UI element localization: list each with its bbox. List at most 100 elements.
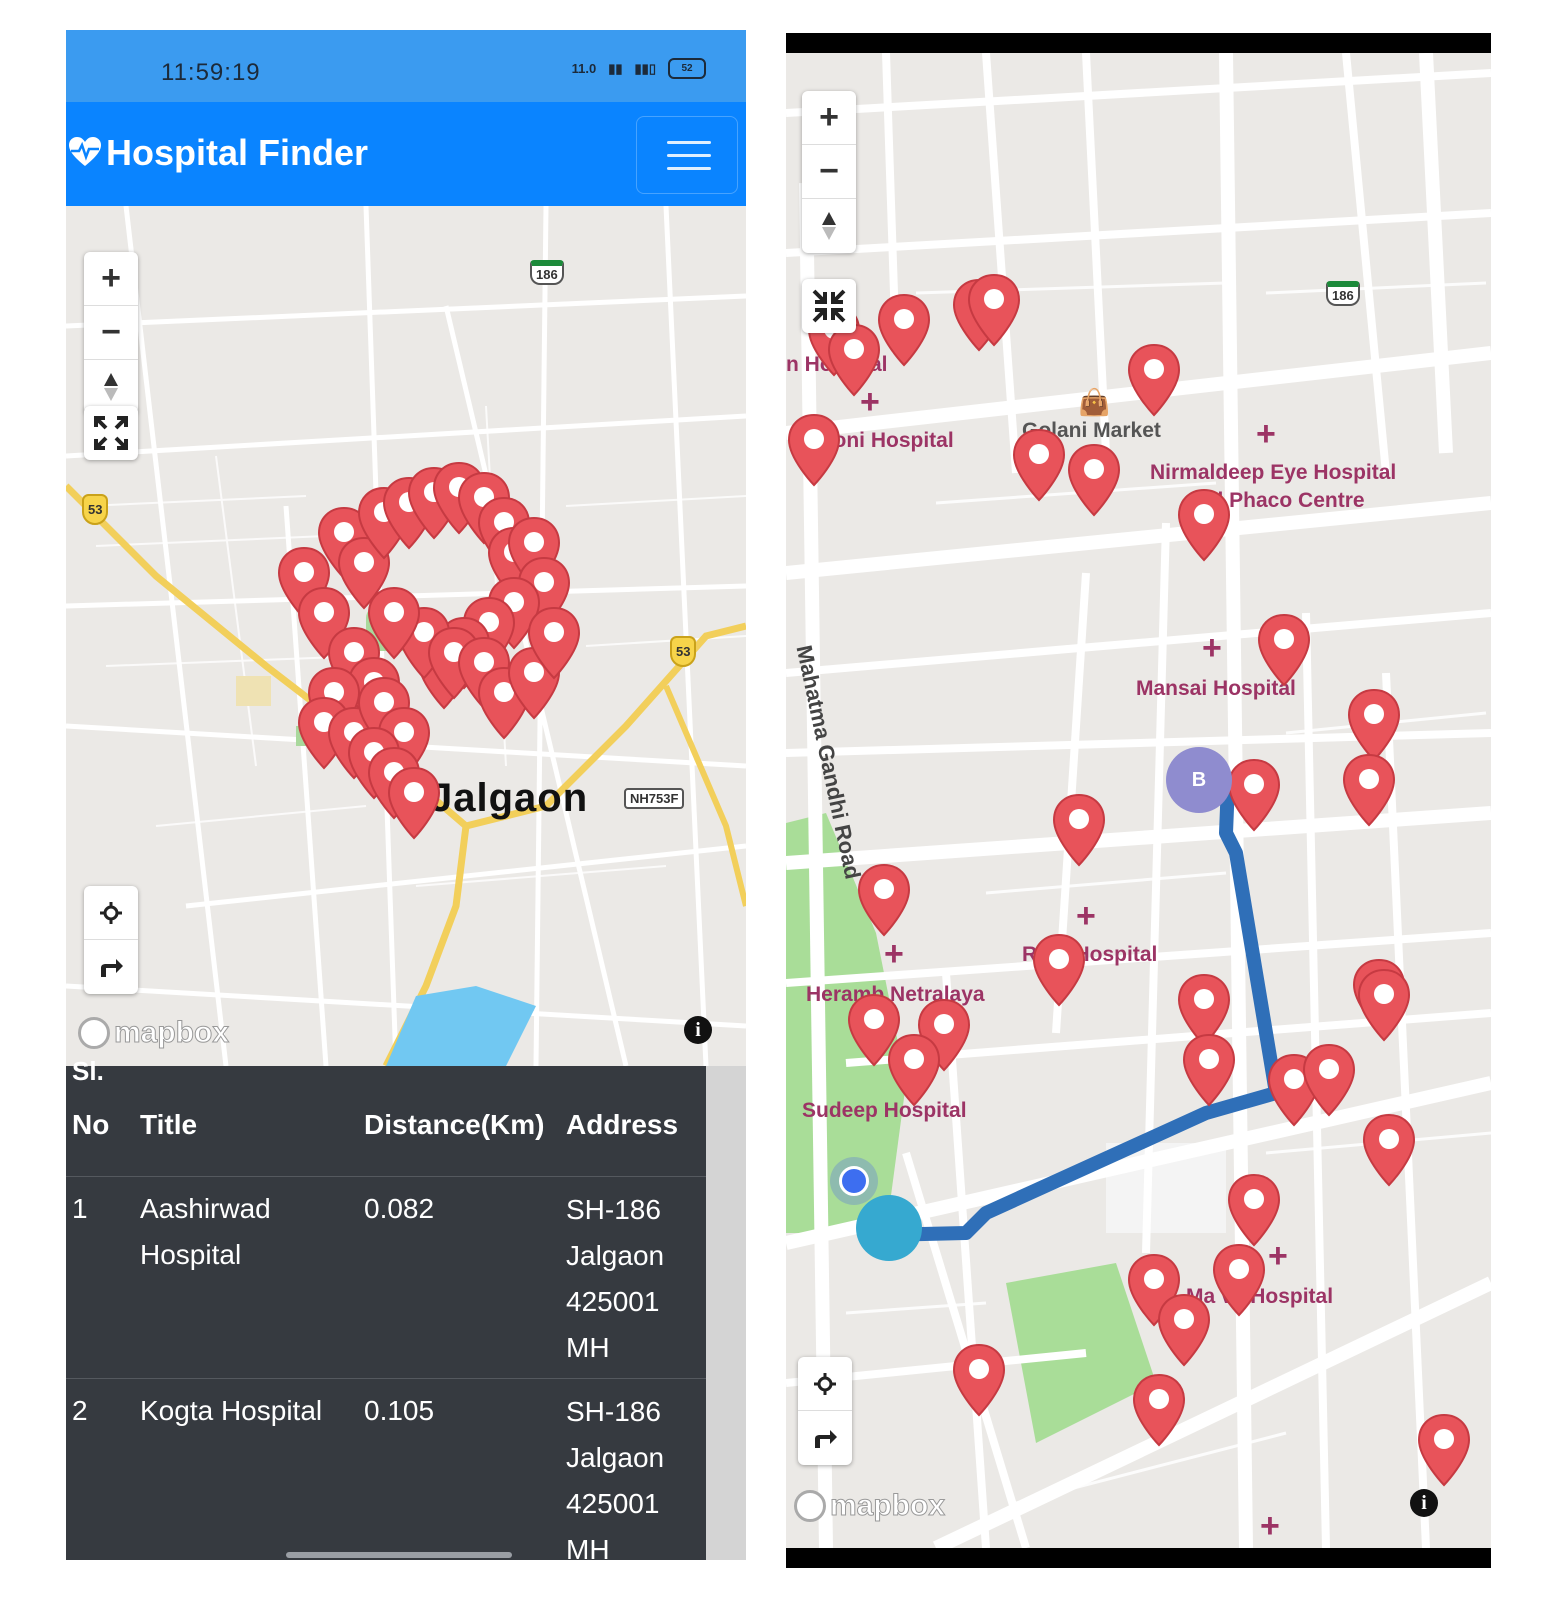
hospital-pin-icon[interactable]	[966, 273, 1022, 347]
hospital-cross-icon: +	[884, 935, 904, 973]
row-title-line: Kogta Hospital	[140, 1395, 323, 1426]
location-controls	[798, 1357, 852, 1465]
directions-icon	[101, 959, 123, 977]
hospital-map[interactable]: 186 186 53 53 NH753F Jalgaon + −	[66, 206, 746, 1066]
menu-bar	[667, 154, 711, 157]
route-shield-53: 53	[82, 494, 109, 525]
route-shield-nh753f: NH753F	[624, 788, 685, 809]
row-address-line: Jalgaon	[566, 1442, 665, 1473]
header-sl: Sl.	[72, 1056, 104, 1086]
row-distance: 0.105	[364, 1395, 435, 1426]
header-no: No	[72, 1109, 110, 1140]
right-phone-screen: 186 n Hospital isoni Hospital Golani Mar…	[786, 33, 1491, 1568]
hospital-pin-icon[interactable]	[886, 1033, 942, 1107]
locate-icon	[100, 901, 122, 924]
hospital-pin-icon[interactable]	[526, 606, 582, 680]
shopping-bag-icon: 👜	[1078, 387, 1111, 417]
hospital-pin-icon[interactable]	[1346, 688, 1402, 762]
directions-icon	[815, 1430, 837, 1448]
home-indicator	[286, 1552, 512, 1558]
hospital-cross-icon: +	[1260, 1507, 1280, 1545]
row-address-line: 425001	[566, 1488, 660, 1519]
hospital-pin-icon[interactable]	[1416, 1413, 1472, 1487]
row-divider	[66, 1176, 706, 1177]
zoom-out-button[interactable]: −	[802, 145, 856, 199]
hospital-cross-icon: +	[1256, 415, 1276, 453]
hospital-pin-icon[interactable]	[1341, 753, 1397, 827]
compass-button[interactable]	[802, 199, 856, 253]
zoom-in-button[interactable]: +	[84, 252, 138, 306]
signal-icon-2: ▮▮▯	[634, 60, 656, 76]
locate-button[interactable]	[84, 886, 138, 940]
hospital-pin-icon[interactable]	[826, 323, 882, 397]
app-title: Hospital Finder	[106, 132, 369, 173]
compass-icon	[104, 373, 118, 401]
hospital-pin-icon[interactable]	[1066, 443, 1122, 517]
fullscreen-control	[802, 279, 856, 333]
hospital-pin-icon[interactable]	[1226, 1173, 1282, 1247]
hospital-pin-icon[interactable]	[1181, 1033, 1237, 1107]
fullscreen-button[interactable]	[84, 406, 138, 460]
row-divider	[66, 1378, 706, 1379]
hospital-pin-icon[interactable]	[1356, 968, 1412, 1042]
hospital-pin-icon[interactable]	[1031, 933, 1087, 1007]
zoom-out-button[interactable]: −	[84, 306, 138, 360]
hospital-results-table: Sl. No Title Distance(Km) Address 1 Aash…	[66, 1056, 706, 1560]
header-distance: Distance(Km)	[364, 1109, 545, 1140]
hospital-pin-icon[interactable]	[1156, 1293, 1212, 1367]
hospital-pin-icon[interactable]	[1126, 343, 1182, 417]
user-location-marker	[830, 1157, 878, 1205]
hospital-pin-icon[interactable]	[386, 766, 442, 840]
route-shield-186: 186	[1326, 281, 1360, 306]
hamburger-menu-button[interactable]	[636, 116, 738, 194]
directions-button[interactable]	[798, 1411, 852, 1465]
header-address: Address	[566, 1109, 679, 1140]
menu-bar	[667, 167, 711, 170]
user-location-dot	[839, 1166, 869, 1196]
hospital-pin-icon[interactable]	[1131, 1373, 1187, 1447]
hospital-pin-icon[interactable]	[951, 1343, 1007, 1417]
hospital-pin-icon[interactable]	[1226, 758, 1282, 832]
route-end-marker[interactable]: B	[1166, 747, 1232, 813]
net-speed: 11.0	[571, 61, 597, 76]
hospital-pin-icon[interactable]	[856, 863, 912, 937]
hospital-pin-icon[interactable]	[1256, 613, 1312, 687]
row-no: 2	[72, 1395, 88, 1426]
hospital-pin-icon[interactable]	[1011, 428, 1067, 502]
row-address-line: 425001	[566, 1286, 660, 1317]
compass-icon	[822, 212, 836, 240]
location-controls	[84, 886, 138, 994]
directions-button[interactable]	[84, 940, 138, 994]
city-label: Jalgaon	[430, 776, 589, 820]
route-map[interactable]: 186 n Hospital isoni Hospital Golani Mar…	[786, 53, 1491, 1548]
status-time: 11:59:19	[161, 59, 261, 86]
collapse-icon	[812, 289, 846, 323]
row-distance: 0.082	[364, 1193, 435, 1224]
hospital-cross-icon: +	[1202, 629, 1222, 667]
route-shield-186: 186	[530, 260, 564, 285]
hospital-pin-icon[interactable]	[876, 293, 932, 367]
row-address-line: SH-186	[566, 1396, 661, 1427]
status-bar: 11:59:19 11.0 ▮▮ ▮▮▯ 52	[66, 30, 746, 102]
locate-button[interactable]	[798, 1357, 852, 1411]
hospital-pin-icon[interactable]	[1301, 1043, 1357, 1117]
left-phone-screen: 11:59:19 11.0 ▮▮ ▮▮▯ 52 Hospital Finder	[66, 30, 746, 1560]
battery-icon: 52	[668, 58, 706, 79]
route-start-marker[interactable]	[856, 1195, 922, 1261]
info-icon[interactable]: i	[684, 1016, 712, 1044]
hospital-pin-icon[interactable]	[1176, 488, 1232, 562]
zoom-controls: + −	[84, 252, 138, 414]
status-icons: 11.0 ▮▮ ▮▮▯ 52	[572, 58, 706, 79]
table-scrollbar[interactable]	[706, 1066, 746, 1560]
info-icon[interactable]: i	[1410, 1489, 1438, 1517]
exit-fullscreen-button[interactable]	[802, 279, 856, 333]
mapbox-logo: mapbox	[794, 1489, 946, 1523]
heart-pulse-icon	[69, 137, 101, 166]
hospital-pin-icon[interactable]	[1211, 1243, 1267, 1317]
header-title: Title	[140, 1109, 198, 1140]
zoom-in-button[interactable]: +	[802, 91, 856, 145]
hospital-pin-icon[interactable]	[1051, 793, 1107, 867]
hospital-pin-icon[interactable]	[786, 413, 842, 487]
hospital-pin-icon[interactable]	[1361, 1113, 1417, 1187]
mapbox-logo-icon	[78, 1017, 110, 1049]
